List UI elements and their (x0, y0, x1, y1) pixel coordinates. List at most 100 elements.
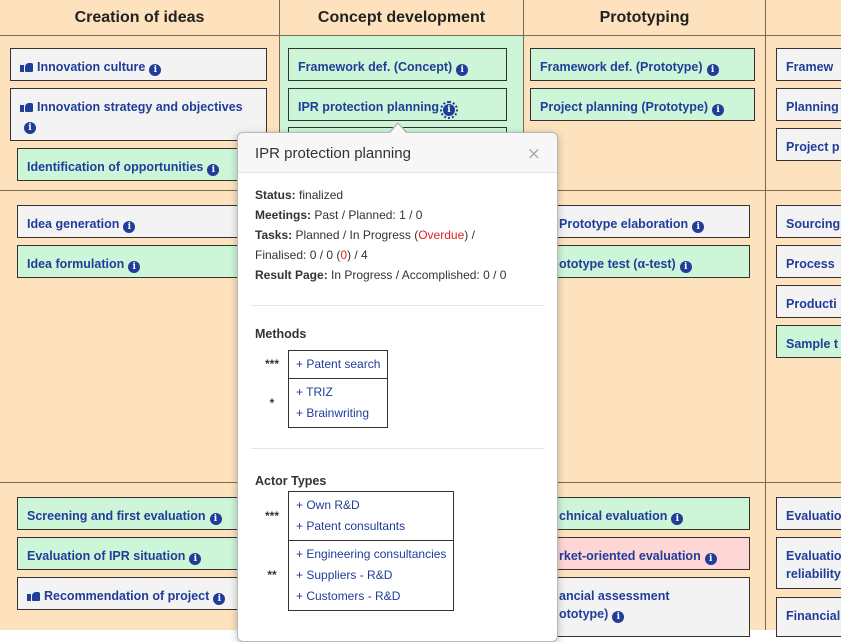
card-label: Evaluatio (786, 549, 841, 563)
card-label: IPR protection planning (298, 100, 439, 114)
info-icon[interactable]: i (207, 164, 220, 176)
card-c4-production[interactable]: Producti (776, 285, 841, 318)
tasks-text: Finalised: 0 / 0 ( (255, 248, 341, 262)
info-icon[interactable]: i (213, 593, 226, 605)
info-icon[interactable]: i (712, 104, 725, 116)
card-label: Sample t (786, 337, 839, 351)
card-evaluation-ipr[interactable]: Evaluation of IPR situation i (17, 537, 267, 570)
card-label: Project p (786, 140, 840, 154)
method-link-triz[interactable]: + TRIZ (296, 382, 380, 403)
info-icon[interactable]: i (612, 611, 625, 623)
card-label: Producti (786, 297, 837, 311)
info-icon[interactable]: i (679, 261, 692, 273)
column-title: Concept development (317, 8, 486, 26)
card-innovation-strategy[interactable]: Innovation strategy and objectivesi (10, 88, 267, 141)
card-framework-prototype[interactable]: Framework def. (Prototype) i (530, 48, 755, 81)
card-innovation-culture[interactable]: Innovation culture i (10, 48, 267, 81)
thumbs-up-icon (20, 100, 34, 112)
card-c4-sourcing[interactable]: Sourcing (776, 205, 841, 238)
card-label: Evaluatio (786, 509, 841, 523)
info-icon[interactable]: i (439, 101, 458, 119)
tasks-line: Tasks: Planned / In Progress (Overdue) / (255, 225, 540, 245)
card-c4-evaluation-reliability[interactable]: Evaluatio reliability (776, 537, 841, 589)
popover-title: IPR protection planning (255, 145, 411, 162)
card-idea-generation[interactable]: Idea generation i (17, 205, 267, 238)
card-prototype-test[interactable]: ototype test (α-test) i (530, 245, 750, 278)
card-c4-sample[interactable]: Sample t (776, 325, 841, 358)
card-label: ancial assessment (559, 589, 670, 603)
card-financial-assessment[interactable]: ancial assessment ototype) i (530, 577, 750, 637)
card-label: Innovation culture (37, 60, 146, 74)
card-market-evaluation[interactable]: rket-oriented evaluation i (530, 537, 750, 570)
card-ipr-protection-planning[interactable]: IPR protection planning i (288, 88, 507, 121)
card-c4-planning[interactable]: Planning (776, 88, 841, 121)
info-icon[interactable]: i (24, 122, 36, 134)
card-recommendation[interactable]: Recommendation of project i (17, 577, 267, 610)
actor-link-patent-consultants[interactable]: + Patent consultants (296, 516, 446, 537)
card-label: reliability (786, 567, 841, 581)
actors-box: + Engineering consultancies + Suppliers … (287, 540, 455, 611)
card-label: Recommendation of project (44, 589, 210, 603)
info-icon[interactable]: i (692, 221, 705, 233)
actor-link-suppliers-rnd[interactable]: + Suppliers - R&D (296, 565, 446, 586)
card-label: Project planning (Prototype) (540, 100, 709, 114)
card-c4-framework[interactable]: Framew (776, 48, 841, 81)
tasks-text: ) / (464, 228, 475, 242)
meetings-line: Meetings: Past / Planned: 1 / 0 (255, 205, 540, 225)
column-title: Creation of ideas (74, 8, 205, 26)
card-label: Sourcing (786, 217, 841, 231)
popover-body: Status: finalized Meetings: Past / Plann… (238, 173, 557, 611)
method-link-patent-search[interactable]: + Patent search (296, 354, 380, 375)
card-idea-formulation[interactable]: Idea formulation i (17, 245, 267, 278)
info-icon[interactable]: i (704, 553, 717, 565)
card-identification-of-opportunities[interactable]: Identification of opportunities i (17, 148, 267, 181)
card-label: Planning (786, 100, 839, 114)
info-icon[interactable]: i (456, 64, 469, 76)
card-technical-evaluation[interactable]: chnical evaluation i (530, 497, 750, 530)
card-label: ototype) (559, 607, 609, 621)
thumbs-up-icon (20, 60, 34, 72)
card-project-planning-prototype[interactable]: Project planning (Prototype) i (530, 88, 755, 121)
info-icon[interactable]: i (671, 513, 684, 525)
divider (251, 448, 544, 449)
column-title: Prototyping (599, 8, 690, 26)
card-c4-process[interactable]: Process (776, 245, 841, 278)
thumbs-up-icon (27, 589, 41, 601)
actor-link-engineering-consultancies[interactable]: + Engineering consultancies (296, 544, 446, 565)
actor-types-title: Actor Types (255, 474, 327, 488)
status-value: finalized (299, 188, 344, 202)
card-prototype-elaboration[interactable]: Prototype elaboration i (530, 205, 750, 238)
card-screening[interactable]: Screening and first evaluation i (17, 497, 267, 530)
rating-stars: ** (267, 568, 277, 582)
info-icon[interactable]: i (149, 64, 162, 76)
card-label: rket-oriented evaluation (559, 549, 701, 563)
info-icon[interactable]: i (189, 553, 202, 565)
close-icon[interactable]: × (527, 144, 541, 164)
result-value: In Progress / Accomplished: 0 / 0 (331, 268, 507, 282)
column-header-creation: Creation of ideas (0, 0, 280, 36)
methods-box: + Patent search (287, 350, 389, 379)
info-icon[interactable]: i (209, 513, 222, 525)
card-label: Framework def. (Prototype) (540, 60, 703, 74)
card-label: Evaluation of IPR situation (27, 549, 186, 563)
info-icon[interactable]: i (123, 221, 136, 233)
methods-box: + TRIZ + Brainwriting (287, 378, 389, 428)
info-icon[interactable]: i (706, 64, 719, 76)
column-header-concept: Concept development (280, 0, 524, 36)
result-line: Result Page: In Progress / Accomplished:… (255, 265, 540, 285)
card-label: Framew (786, 60, 834, 74)
card-c4-project-planning[interactable]: Project p (776, 128, 841, 161)
status-line: Status: finalized (255, 185, 540, 205)
card-framework-concept[interactable]: Framework def. (Concept) i (288, 48, 507, 81)
tasks-label: Tasks: (255, 228, 293, 242)
actor-link-own-rnd[interactable]: + Own R&D (296, 495, 446, 516)
actor-link-customers-rnd[interactable]: + Customers - R&D (296, 586, 446, 607)
info-icon[interactable]: i (128, 261, 141, 273)
card-c4-financial[interactable]: Financial (776, 597, 841, 637)
card-c4-evaluation[interactable]: Evaluatio (776, 497, 841, 530)
method-link-brainwriting[interactable]: + Brainwriting (296, 403, 380, 424)
overdue-label: Overdue (418, 228, 465, 242)
card-label: chnical evaluation (559, 509, 668, 523)
popover-ipr-protection-planning: IPR protection planning × Status: finali… (237, 132, 558, 642)
column-header-prototyping: Prototyping (524, 0, 766, 36)
